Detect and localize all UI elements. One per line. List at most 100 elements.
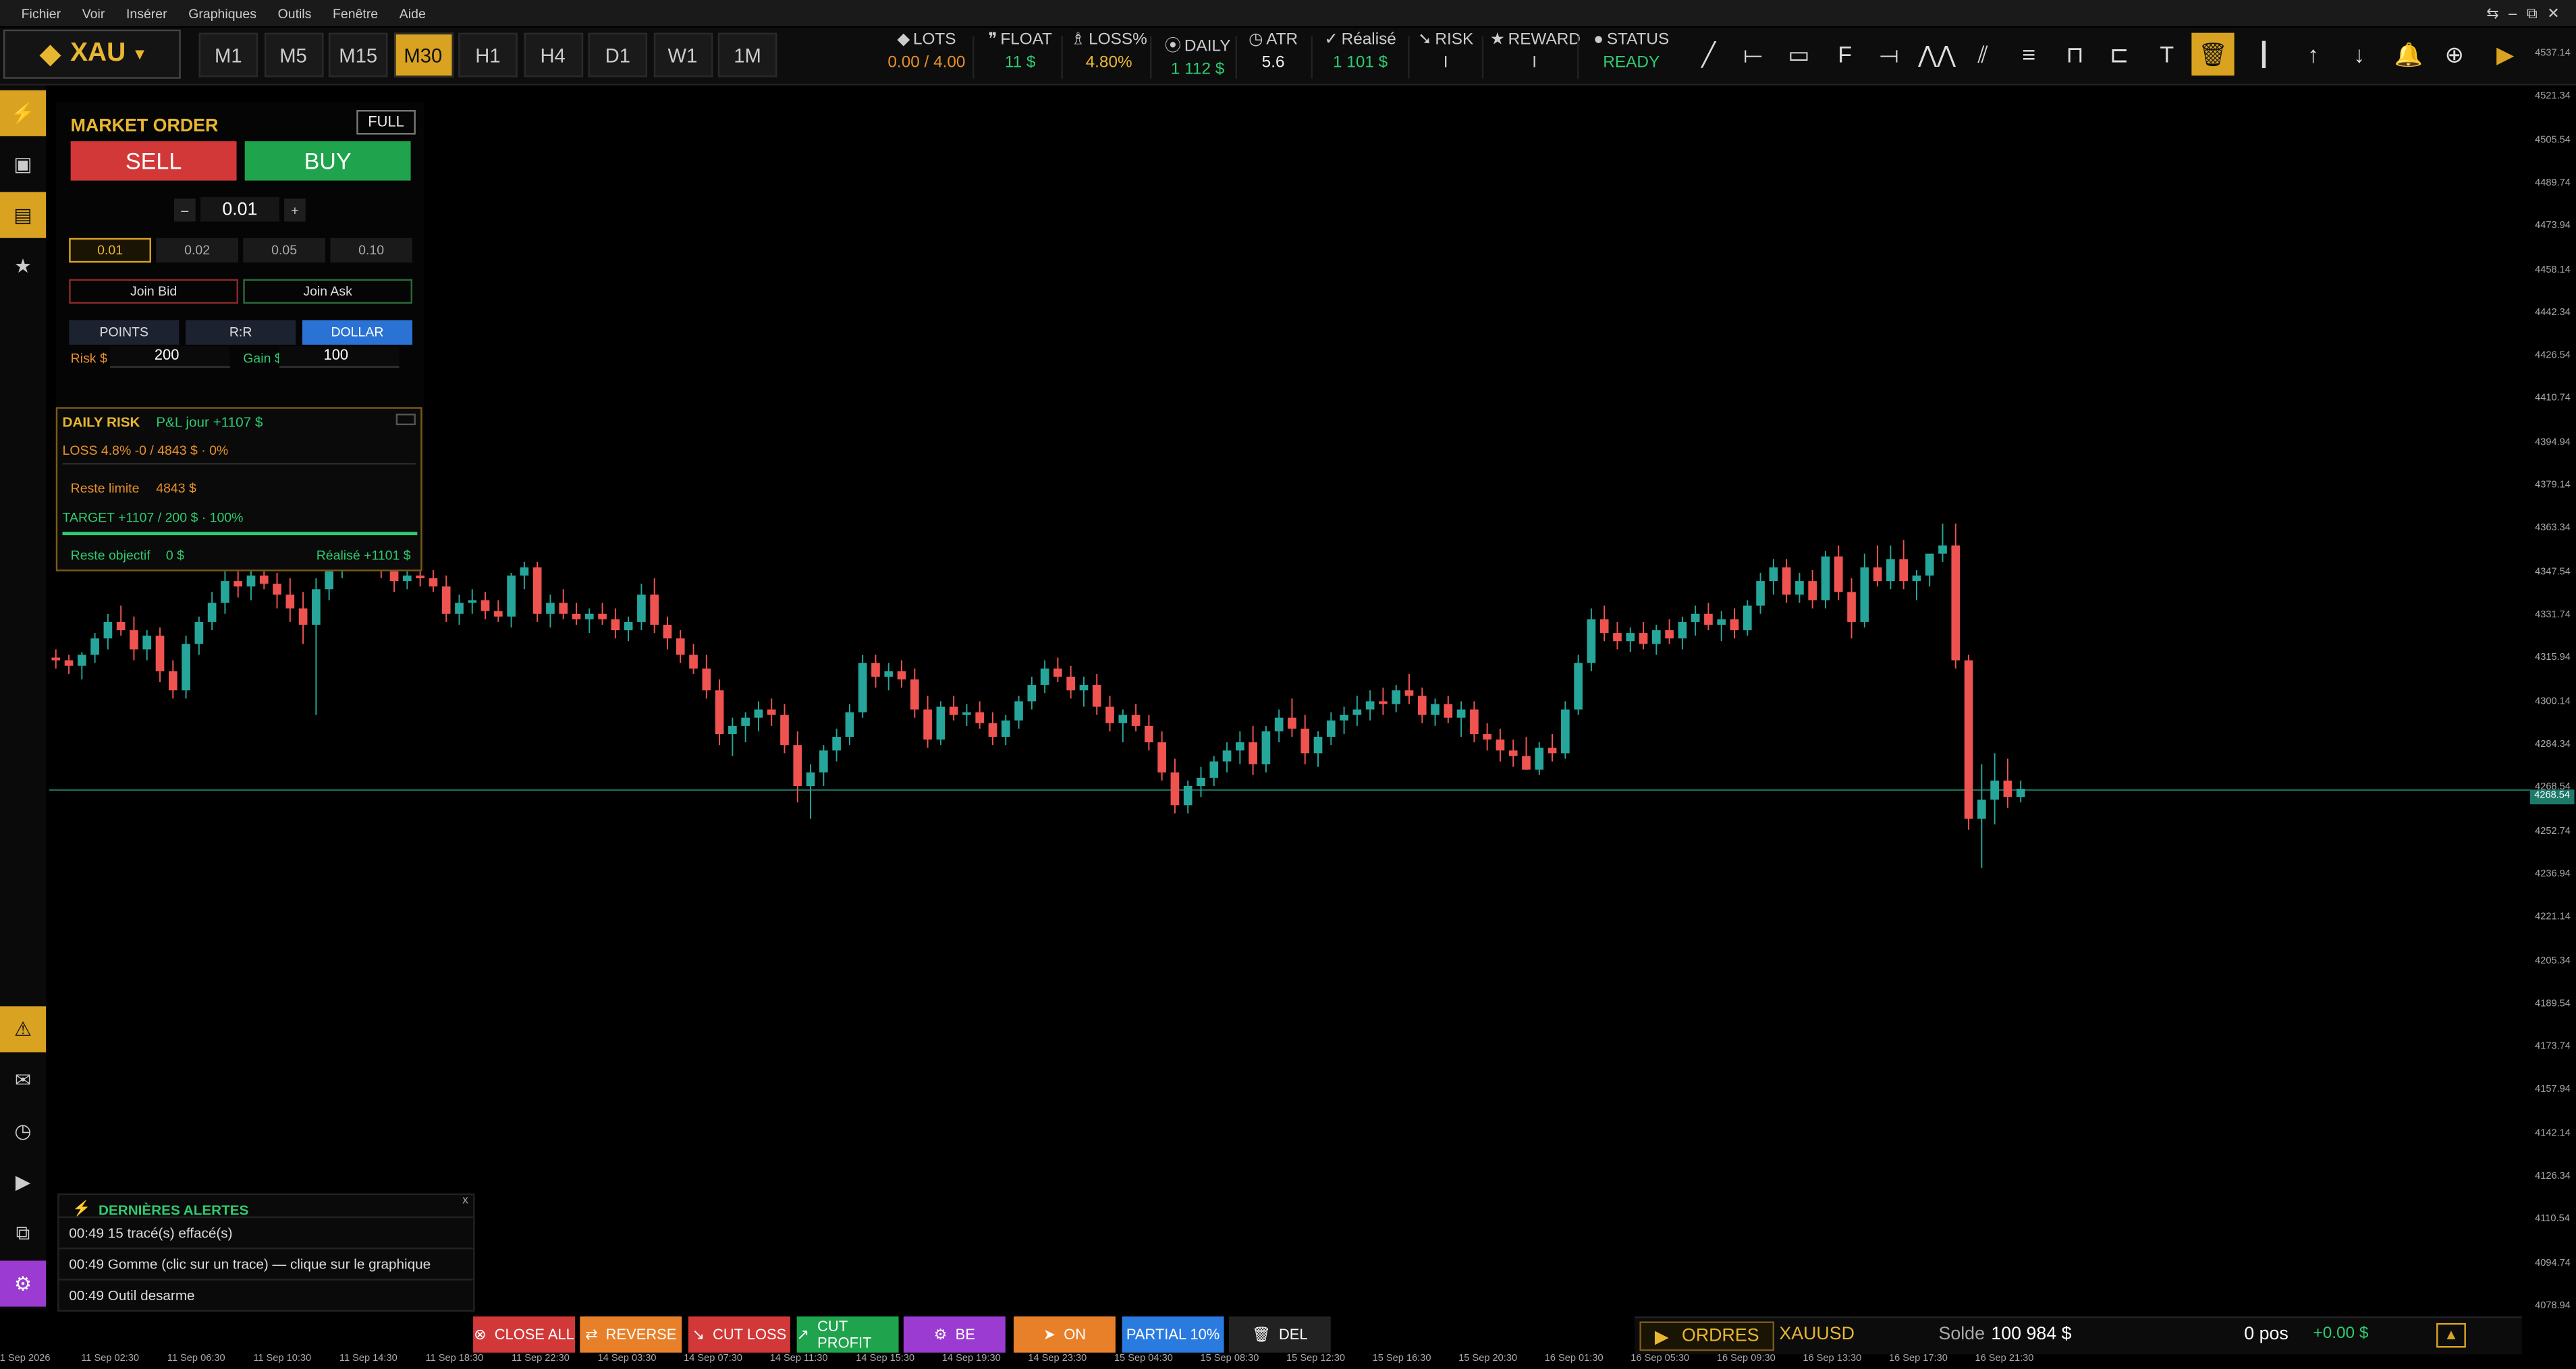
text-icon[interactable]: T — [2145, 33, 2188, 76]
action-button-del[interactable]: 🗑 DEL — [1228, 1316, 1331, 1353]
action-button-be[interactable]: ⚙ BE — [903, 1316, 1006, 1353]
tab-timeframe-1m[interactable]: 1M — [717, 32, 777, 78]
clock-icon[interactable]: ◷ — [0, 1108, 46, 1154]
tab-timeframe-h4[interactable]: H4 — [523, 32, 582, 78]
candle — [142, 630, 152, 661]
alert-item: 00:49 Gomme (clic sur un trace) — clique… — [69, 1256, 431, 1273]
candle-body — [767, 709, 776, 715]
action-icon: ➤ — [1043, 1325, 1056, 1342]
lot-increment-button[interactable]: + — [284, 198, 306, 222]
candle — [1470, 701, 1479, 743]
risk-input[interactable]: 200 — [110, 346, 230, 368]
tab-timeframe-d1[interactable]: D1 — [588, 32, 648, 78]
action-button-on[interactable]: ➤ ON — [1013, 1316, 1116, 1353]
candle — [298, 592, 308, 644]
stat-key: ❞ FLOAT — [981, 31, 1060, 49]
candle-body — [1340, 715, 1348, 721]
zigzag-icon[interactable]: ⋀⋀ — [1915, 33, 1958, 76]
tab-timeframe-m15[interactable]: M15 — [328, 32, 388, 78]
lot-input[interactable]: 0.01 — [200, 196, 279, 222]
crosshair-icon[interactable]: ⊕ — [2433, 33, 2475, 76]
rectangle-icon[interactable]: ▭ — [1778, 33, 1820, 76]
hlines-icon[interactable]: ≡ — [2008, 33, 2050, 76]
tab-timeframe-m5[interactable]: M5 — [263, 32, 323, 78]
collapse-icon[interactable] — [395, 414, 416, 426]
tab-timeframe-w1[interactable]: W1 — [653, 32, 713, 78]
mode-points-button[interactable]: POINTS — [69, 320, 180, 345]
lightning-icon[interactable]: ⚡ — [0, 90, 47, 136]
symbol-selector[interactable]: ◆ XAU ▾ — [3, 29, 181, 79]
window-controls[interactable]: ⇆–⧉✕ — [2486, 5, 2569, 23]
arrow-down-icon[interactable]: ↓ — [2338, 33, 2380, 76]
gain-input[interactable]: 100 — [279, 346, 400, 368]
vline-icon[interactable]: ┃ — [2243, 33, 2285, 76]
menu-item-fichier[interactable]: Fichier — [22, 0, 61, 30]
candle-body — [273, 584, 281, 595]
menu-item-outils[interactable]: Outils — [278, 0, 312, 30]
maximize-icon[interactable]: ⧉ — [2527, 5, 2547, 21]
buy-button[interactable]: BUY — [244, 141, 411, 181]
minimize-icon[interactable]: ⇆ — [2486, 5, 2509, 21]
layers-icon[interactable]: ⧉ — [0, 1210, 46, 1256]
menu-item-fentre[interactable]: Fenêtre — [333, 0, 378, 30]
ray-icon[interactable]: ⟞ — [1868, 33, 1911, 76]
tab-timeframe-m1[interactable]: M1 — [198, 32, 258, 78]
mail-icon[interactable]: ✉ — [0, 1057, 46, 1103]
candle-body — [1651, 630, 1661, 644]
sell-button[interactable]: SELL — [70, 141, 237, 181]
hline-icon[interactable]: ⟝ — [1732, 33, 1774, 76]
play-icon[interactable]: ▶ — [2484, 33, 2527, 76]
candle-body — [1483, 734, 1491, 740]
tab-timeframe-m30[interactable]: M30 — [393, 32, 453, 78]
candle — [1379, 688, 1388, 715]
candle-body — [676, 638, 685, 655]
full-button[interactable]: FULL — [356, 110, 416, 135]
candle — [910, 668, 919, 718]
arrow-up-icon[interactable]: ↑ — [2292, 33, 2334, 76]
join-bid-button[interactable]: Join Bid — [69, 279, 238, 304]
close-icon[interactable]: ✕ — [2547, 5, 2569, 21]
lot-preset-button[interactable]: 0.05 — [243, 238, 325, 263]
trendline-icon[interactable]: ╱ — [1687, 33, 1730, 76]
action-button-close-all[interactable]: ⊗ CLOSE ALL — [473, 1316, 576, 1353]
candle-body — [988, 723, 997, 737]
channel-icon[interactable]: ⫽ — [1962, 33, 2004, 76]
mode-rr-button[interactable]: R:R — [186, 320, 296, 345]
pitchfork-icon[interactable]: ⊏ — [2098, 33, 2141, 76]
play-icon[interactable]: ▶ — [0, 1159, 46, 1205]
trash-icon[interactable]: 🗑 — [2191, 32, 2235, 76]
action-icon: ⊗ — [474, 1325, 487, 1342]
action-button-cut-profit[interactable]: ↗ CUT PROFIT — [796, 1316, 899, 1353]
action-button-partial-10-[interactable]: PARTIAL 10% — [1122, 1316, 1224, 1353]
bell-icon[interactable]: 🔔 — [2387, 33, 2430, 76]
restore-icon[interactable]: – — [2509, 5, 2527, 21]
star-icon[interactable]: ★ — [0, 243, 46, 289]
lot-preset-button[interactable]: 0.10 — [330, 238, 413, 263]
menu-item-graphiques[interactable]: Graphiques — [188, 0, 256, 30]
orders-button[interactable]: ▶ ORDRES — [1639, 1321, 1775, 1351]
candle — [689, 644, 698, 674]
candle-body — [780, 715, 789, 746]
close-icon[interactable]: x — [462, 1195, 468, 1206]
action-button-cut-loss[interactable]: ↘ CUT LOSS — [688, 1316, 790, 1353]
list-icon[interactable]: ▤ — [0, 192, 47, 238]
bracket-icon[interactable]: ⊓ — [2054, 33, 2096, 76]
join-ask-button[interactable]: Join Ask — [243, 279, 413, 304]
settings-icon[interactable]: ⚙ — [0, 1260, 47, 1307]
lot-preset-button[interactable]: 0.02 — [156, 238, 238, 263]
warning-icon[interactable]: ⚠ — [0, 1006, 47, 1053]
lot-decrement-button[interactable]: – — [174, 198, 196, 222]
menu-item-aide[interactable]: Aide — [400, 0, 426, 30]
fibonacci-icon[interactable]: F — [1824, 33, 1866, 76]
tab-timeframe-h1[interactable]: H1 — [458, 32, 518, 78]
candle-body — [1496, 739, 1505, 751]
alert-triangle-icon[interactable]: ▲ — [2436, 1322, 2466, 1348]
menu-item-voir[interactable]: Voir — [82, 0, 105, 30]
candle-body — [1522, 756, 1531, 770]
window-icon[interactable]: ▣ — [0, 141, 46, 187]
lot-preset-button[interactable]: 0.01 — [69, 238, 151, 263]
candle — [221, 569, 229, 614]
action-button-reverse[interactable]: ⇄ REVERSE — [580, 1316, 682, 1353]
mode-dollar-button[interactable]: DOLLAR — [302, 320, 413, 345]
menu-item-insrer[interactable]: Insérer — [126, 0, 167, 30]
